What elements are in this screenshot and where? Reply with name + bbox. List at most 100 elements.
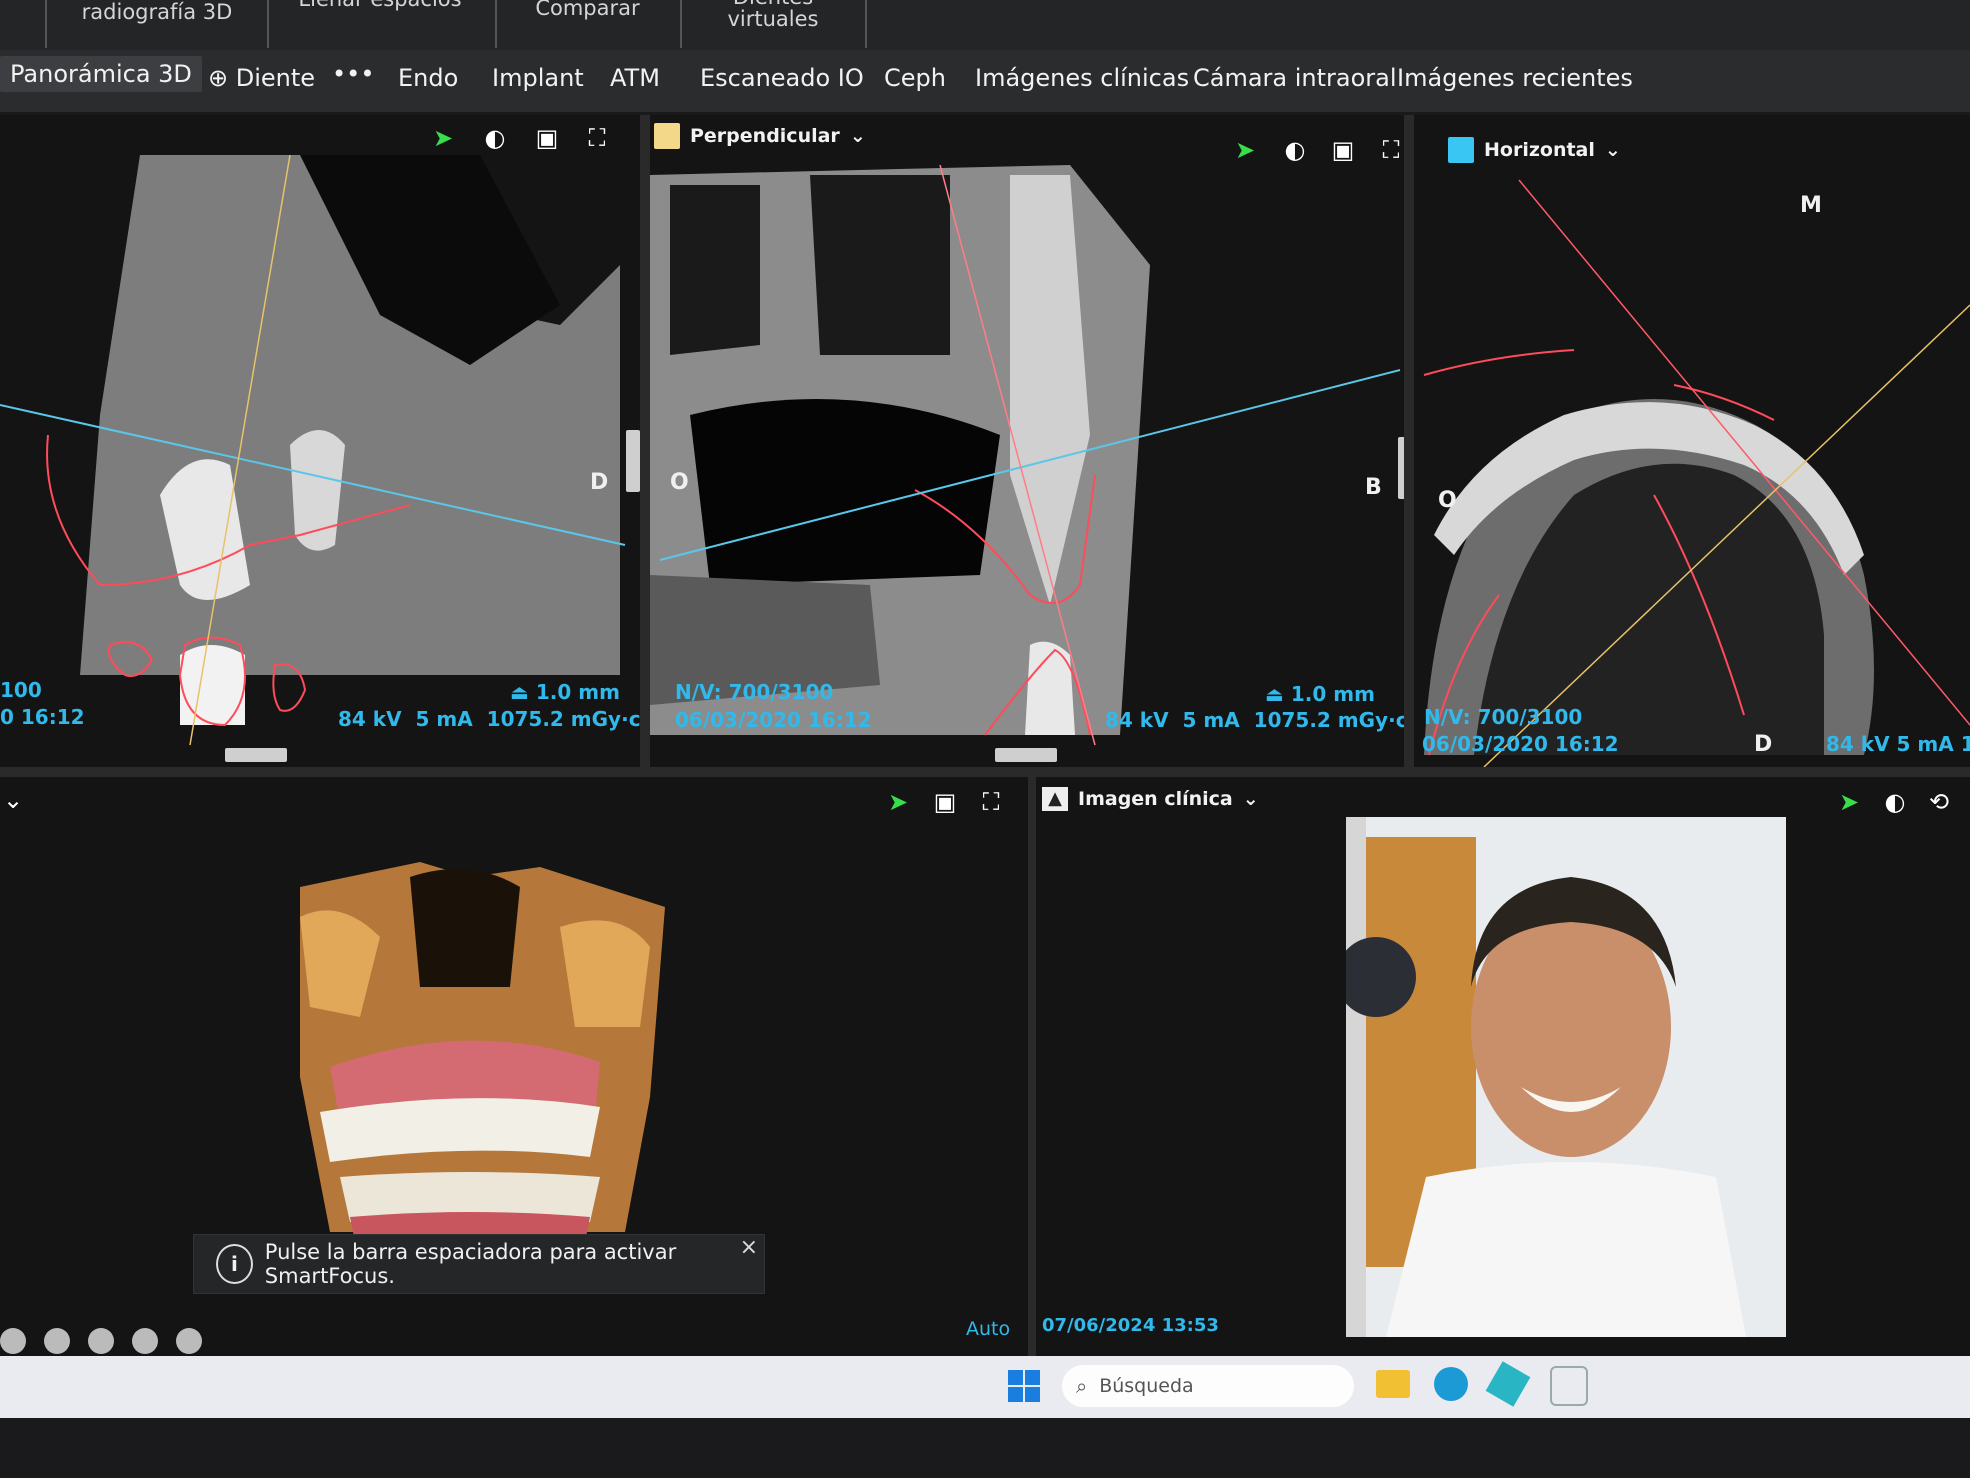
edge-icon[interactable]: [1434, 1367, 1468, 1401]
slice-value: 1.0 mm: [1290, 682, 1375, 706]
slice-icon: ⏏: [510, 680, 529, 704]
sagittal-ct-image: [0, 115, 640, 767]
mode-diente[interactable]: ⊕ Diente: [208, 64, 315, 92]
mode-panoramica-3d[interactable]: Panorámica 3D: [0, 56, 202, 92]
fullscreen-icon[interactable]: ⛶: [584, 125, 610, 151]
exposure-readout: 84 kV 5 mA 1075.2 mGy·cm²: [1105, 708, 1430, 732]
slice-icon: ⏏: [1265, 682, 1284, 706]
contrast-icon[interactable]: ◐: [1882, 789, 1908, 815]
view-color-swatch: [654, 123, 680, 149]
top-tabs-strip: radiografía 3D Llenar espacios Comparar …: [0, 0, 1970, 50]
panel-divider[interactable]: [1028, 777, 1036, 1357]
horizontal-scrollbar[interactable]: [995, 748, 1057, 762]
chevron-down-icon: ⌄: [1604, 139, 1621, 161]
viewer-panel-horizontal[interactable]: Horizontal ⌄ M O D N/V: 700/3100 06/03/2…: [1414, 115, 1970, 767]
smartfocus-hint: i Pulse la barra espaciadora para activa…: [193, 1234, 765, 1294]
view-mode-dropdown[interactable]: Perpendicular ⌄: [654, 123, 866, 149]
nv-readout: N/V: 700/3100: [1424, 705, 1583, 729]
auto-label[interactable]: Auto: [966, 1318, 1010, 1340]
mode-bar: Panorámica 3D ⊕ Diente ••• Endo Implant …: [0, 50, 1970, 115]
viewer-panel-perpendicular[interactable]: Perpendicular ⌄ ➤ ◐ ▣ ⛶ O B N/V: 700/310…: [650, 115, 1430, 767]
chevron-down-icon: ⌄: [1242, 788, 1259, 810]
skull-front-icon[interactable]: [0, 1328, 26, 1354]
mode-implant[interactable]: Implant: [492, 64, 584, 92]
tab-llenar-espacios[interactable]: Llenar espacios: [265, 0, 497, 48]
file-explorer-icon[interactable]: [1376, 1370, 1410, 1398]
viewer-panel-clinical[interactable]: ▲ Imagen clínica ⌄ ➤ ◐ ⟲ 07/06/2024 13:5…: [1036, 777, 1970, 1357]
mode-escaneado-io[interactable]: Escaneado IO: [700, 64, 864, 92]
horizontal-scrollbar[interactable]: [225, 748, 287, 762]
windows-taskbar: ⌕ Búsqueda: [0, 1356, 1970, 1418]
tab-radiografia-3d[interactable]: radiografía 3D: [45, 0, 269, 48]
photo-date: 07/06/2024 13:53: [1042, 1315, 1219, 1336]
slice-thickness: ⏏ 1.0 mm: [1265, 682, 1375, 706]
orientation-label-left: O: [1438, 488, 1457, 513]
mode-label: Panorámica 3D: [10, 60, 192, 88]
horizontal-ct-image: [1414, 115, 1970, 767]
tab-comparar[interactable]: Comparar: [495, 0, 682, 48]
search-placeholder: Búsqueda: [1099, 1375, 1194, 1397]
pointer-icon[interactable]: ➤: [885, 789, 911, 815]
ma-value: 5 mA: [415, 707, 473, 731]
chevron-down-icon[interactable]: ⌄: [0, 787, 26, 813]
fullscreen-icon[interactable]: ⛶: [1378, 137, 1404, 163]
dropdown-label: Perpendicular: [690, 125, 840, 147]
vertical-scrollbar[interactable]: [626, 430, 640, 492]
app-icon[interactable]: [1485, 1361, 1531, 1407]
pointer-icon[interactable]: ➤: [1836, 789, 1862, 815]
patient-photo: [1346, 817, 1786, 1337]
mode-imagenes-recientes[interactable]: Imágenes recientes: [1397, 64, 1633, 92]
tab-dientes-virtuales[interactable]: Dientes virtuales: [680, 0, 867, 48]
clinical-image-dropdown[interactable]: ▲ Imagen clínica ⌄: [1042, 787, 1259, 811]
tab-label: Llenar espacios: [265, 0, 495, 10]
orientation-label-right: B: [1365, 475, 1382, 500]
skull-oblique-icon[interactable]: [88, 1328, 114, 1354]
mode-endo[interactable]: Endo: [398, 64, 458, 92]
contrast-icon[interactable]: ◐: [1282, 137, 1308, 163]
skull-top-icon[interactable]: [132, 1328, 158, 1354]
fit-view-icon[interactable]: ▣: [932, 789, 958, 815]
view-mode-dropdown[interactable]: Horizontal ⌄: [1448, 137, 1621, 163]
exposure-readout: 84 kV 5 mA 1075.2 mGy·cm²: [338, 707, 640, 731]
contrast-icon[interactable]: ◐: [482, 125, 508, 151]
taskbar-search[interactable]: ⌕ Búsqueda: [1062, 1365, 1354, 1407]
date-readout: 06/03/2020 16:12: [1422, 732, 1619, 756]
dental-app-icon[interactable]: [1550, 1366, 1588, 1406]
pointer-icon[interactable]: ➤: [430, 125, 456, 151]
mode-ceph[interactable]: Ceph: [884, 64, 946, 92]
perpendicular-ct-image: [650, 115, 1430, 767]
mode-label: Diente: [235, 64, 316, 92]
date-readout: 0 16:12: [0, 705, 85, 729]
orientation-label-left: O: [670, 470, 689, 495]
view-color-swatch: [1448, 137, 1474, 163]
nv-readout: N/V: 700/3100: [675, 680, 834, 704]
tab-label: radiografía 3D: [81, 0, 233, 24]
mode-camara-intraoral[interactable]: Cámara intraoral: [1193, 64, 1397, 92]
hint-text: Pulse la barra espaciadora para activar …: [264, 1240, 677, 1288]
kv-value: 84 kV: [1105, 708, 1169, 732]
fit-view-icon[interactable]: ▣: [534, 125, 560, 151]
mode-imagenes-clinicas[interactable]: Imágenes clínicas: [975, 64, 1189, 92]
ma-value: 5 mA: [1182, 708, 1240, 732]
chevron-down-icon: ⌄: [849, 125, 866, 147]
windows-start-icon[interactable]: [1008, 1370, 1040, 1402]
viewer-panel-sagittal[interactable]: ➤ ◐ ▣ ⛶ D 100 0 16:12 ⏏ 1.0 mm 84 kV 5 m…: [0, 115, 640, 767]
more-button[interactable]: •••: [332, 60, 374, 88]
panel-divider[interactable]: [1404, 115, 1414, 767]
kv-value: 84 kV: [338, 707, 402, 731]
skull-side-icon[interactable]: [44, 1328, 70, 1354]
orientation-label-bottom: D: [1754, 732, 1773, 757]
tab-label: Comparar: [535, 0, 640, 20]
close-icon[interactable]: ×: [740, 1235, 758, 1260]
pointer-icon[interactable]: ➤: [1232, 137, 1258, 163]
panel-divider[interactable]: [640, 115, 650, 767]
row-divider[interactable]: [0, 767, 1970, 777]
tab-label: Dientes virtuales: [727, 0, 819, 31]
lock-icon[interactable]: [176, 1328, 202, 1354]
rotate-icon[interactable]: ⟲: [1926, 789, 1952, 815]
search-icon: ⌕: [1076, 1374, 1088, 1398]
fit-view-icon[interactable]: ▣: [1330, 137, 1356, 163]
date-readout: 06/03/2020 16:12: [675, 708, 872, 732]
fullscreen-icon[interactable]: ⛶: [978, 789, 1004, 815]
mode-atm[interactable]: ATM: [610, 64, 660, 92]
